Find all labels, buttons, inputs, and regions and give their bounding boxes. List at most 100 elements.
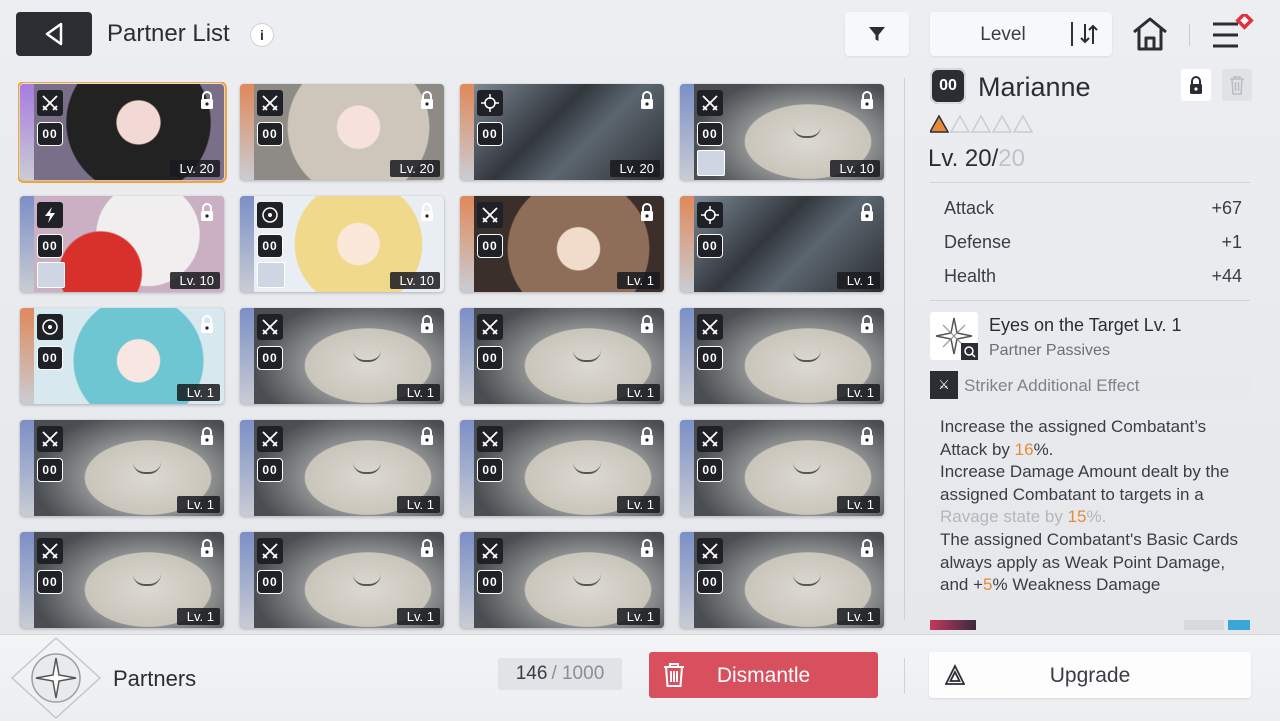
desc-value: 16 [1014, 439, 1034, 459]
rarity-stripe [240, 532, 254, 628]
partner-grid: 00 Lv. 20 00 Lv. 20 00 Lv. 20 00 Lv. 10 00 Lv. 10… [18, 82, 888, 632]
stat-label: Attack [944, 198, 995, 218]
crossed-swords-icon [697, 426, 723, 452]
lock-icon [198, 202, 216, 222]
partner-card[interactable]: 00 Lv. 20 [18, 82, 227, 183]
filter-icon [869, 27, 885, 41]
partner-card[interactable]: 00 Lv. 1 [240, 420, 444, 516]
partner-count: 146/ 1000 [498, 658, 622, 690]
stat-row: Health +44 [944, 266, 1242, 287]
info-icon[interactable]: i [250, 23, 274, 47]
stat-value: +44 [1211, 266, 1242, 286]
skill-icon-button[interactable] [930, 312, 978, 360]
rarity-stripe [20, 308, 34, 404]
rarity-stripe [680, 308, 694, 404]
partner-card[interactable]: 00 Lv. 1 [20, 532, 224, 628]
partner-level: Lv. 20 [389, 160, 440, 177]
rarity-stripe [20, 196, 34, 292]
lock-icon [198, 90, 216, 110]
sort-order-icon[interactable] [1078, 20, 1100, 48]
partner-level: Lv. 10 [169, 272, 220, 289]
desc-text: % Weakness Damage [992, 575, 1161, 595]
detail-rank-badge: 00 [930, 68, 966, 104]
stat-value: +1 [1221, 232, 1242, 252]
partner-card[interactable]: 00 Lv. 10 [240, 196, 444, 292]
rank-badge: 00 [37, 458, 63, 482]
crossed-swords-icon [477, 314, 503, 340]
rarity-stripe [680, 420, 694, 516]
partner-card[interactable]: 00 Lv. 1 [20, 308, 224, 404]
skill-description: Increase the assigned Combatant’s Attack… [940, 416, 1256, 597]
skill-name: Eyes on the Target Lv. 1 [989, 315, 1182, 335]
partner-card[interactable]: 00 Lv. 1 [460, 196, 664, 292]
rarity-stripe [240, 196, 254, 292]
rarity-stripe [460, 308, 474, 404]
partner-level: Lv. 1 [176, 496, 220, 513]
rank-badge: 00 [257, 570, 283, 594]
partner-level: Lv. 1 [836, 384, 880, 401]
partner-level: Lv. 10 [829, 160, 880, 177]
rank-badge: 00 [697, 458, 723, 482]
assigned-combatant-avatar [37, 262, 65, 288]
partner-card[interactable]: 00 Lv. 1 [680, 196, 884, 292]
upgrade-button[interactable]: Upgrade [929, 652, 1251, 698]
rarity-stripe [460, 196, 474, 292]
desc-text: Increase Damage Amount dealt by the assi… [940, 462, 1230, 504]
partner-level: Lv. 1 [176, 384, 220, 401]
partner-card[interactable]: 00 Lv. 1 [240, 308, 444, 404]
partner-level: Lv. 1 [836, 272, 880, 289]
home-icon[interactable] [1130, 14, 1170, 54]
lock-icon [638, 314, 656, 334]
rank-badge: 00 [37, 570, 63, 594]
partner-card[interactable]: 00 Lv. 20 [460, 84, 664, 180]
partner-level: Lv. 1 [836, 608, 880, 625]
desc-text-dim: Ravage state by [940, 507, 1068, 527]
trash-icon [1230, 76, 1244, 95]
crossed-swords-icon [697, 314, 723, 340]
partner-card[interactable]: 00 Lv. 1 [460, 308, 664, 404]
detail-level-current: Lv. 20/ [928, 145, 999, 172]
rank-badge: 00 [257, 458, 283, 482]
back-button[interactable] [16, 12, 92, 56]
striker-effect-header: ⚔ Striker Additional Effect [930, 371, 1252, 399]
partner-level: Lv. 1 [616, 608, 660, 625]
rank-badge: 00 [37, 234, 63, 258]
crossed-swords-icon [477, 538, 503, 564]
partner-level: Lv. 1 [616, 272, 660, 289]
crossed-swords-icon [697, 538, 723, 564]
partner-card[interactable]: 00 Lv. 1 [680, 420, 884, 516]
lock-icon [858, 90, 876, 110]
rank-badge: 00 [257, 122, 283, 146]
partner-card[interactable]: 00 Lv. 1 [240, 532, 444, 628]
filter-button[interactable] [845, 12, 909, 56]
partner-card[interactable]: 00 Lv. 1 [20, 420, 224, 516]
partner-card[interactable]: 00 Lv. 1 [460, 532, 664, 628]
partner-level: Lv. 10 [389, 272, 440, 289]
partner-card[interactable]: 00 Lv. 10 [680, 84, 884, 180]
lock-icon [858, 538, 876, 558]
partner-card[interactable]: 00 Lv. 1 [460, 420, 664, 516]
section-label: Partners [113, 666, 197, 691]
rarity-stripe [240, 420, 254, 516]
partner-card[interactable]: 00 Lv. 20 [240, 84, 444, 180]
panel-divider [904, 78, 905, 620]
partner-card[interactable]: 00 Lv. 1 [680, 308, 884, 404]
partner-card[interactable]: 00 Lv. 10 [20, 196, 224, 292]
rank-badge: 00 [257, 234, 283, 258]
rarity-stripe [460, 532, 474, 628]
rarity-stripe [240, 84, 254, 180]
rarity-stripe [460, 420, 474, 516]
lock-toggle-button[interactable] [1181, 69, 1211, 101]
rank-badge: 00 [697, 570, 723, 594]
dismantle-button[interactable]: Dismantle [649, 652, 878, 698]
trash-button[interactable] [1222, 69, 1252, 101]
sort-divider [1071, 22, 1073, 46]
partner-card[interactable]: 00 Lv. 1 [680, 532, 884, 628]
partner-level: Lv. 1 [396, 384, 440, 401]
crossed-swords-icon [477, 202, 503, 228]
partners-emblem-icon [10, 636, 102, 720]
star-empty-icon [1012, 114, 1034, 133]
upgrade-label: Upgrade [1049, 664, 1131, 687]
sort-dropdown[interactable]: Level [930, 12, 1112, 56]
menu-icon[interactable] [1210, 14, 1262, 54]
